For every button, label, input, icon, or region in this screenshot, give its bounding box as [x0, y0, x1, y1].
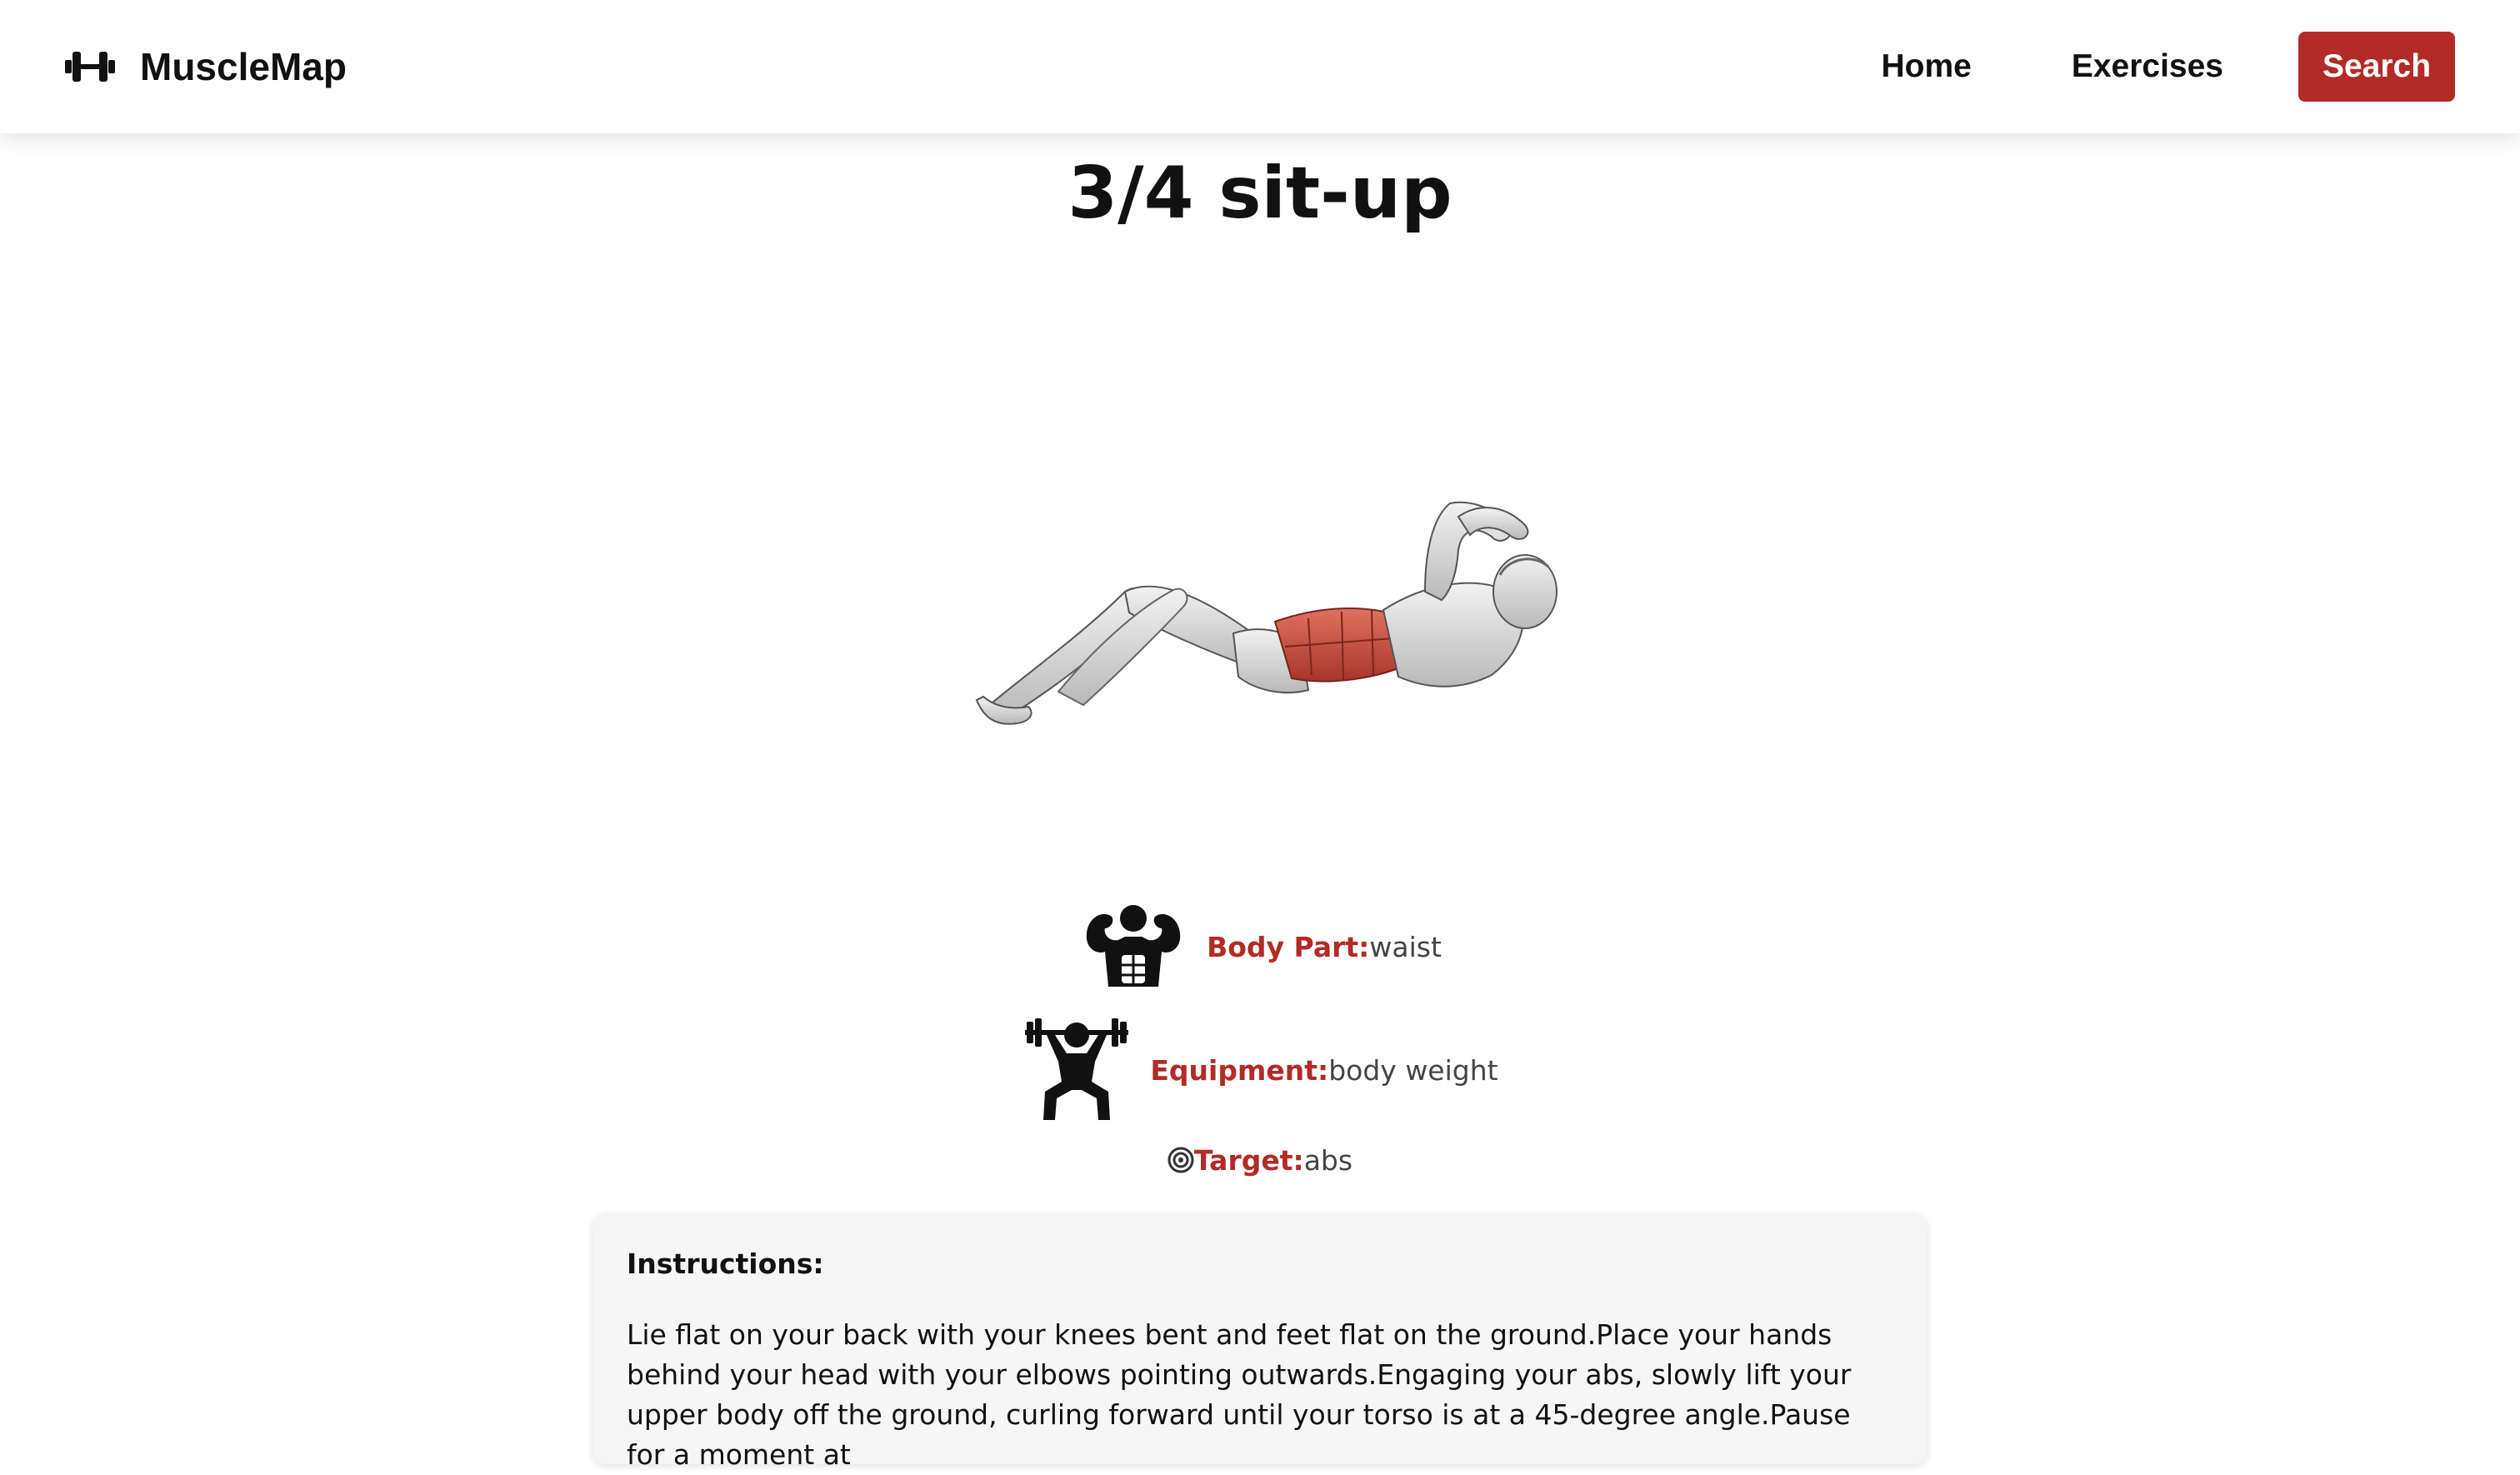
instructions-text: Lie flat on your back with your knees be…: [627, 1318, 1852, 1471]
instructions-title: Instructions:: [627, 1248, 824, 1280]
equipment-value: body weight: [1328, 1053, 1498, 1087]
body-part-label: Body Part:: [1207, 930, 1370, 963]
body-part-row: Body Part: waist: [0, 900, 2520, 993]
nav-exercises-link[interactable]: Exercises: [2072, 48, 2223, 85]
search-button[interactable]: Search: [2298, 32, 2455, 102]
target-label: Target:: [1193, 1143, 1304, 1177]
equipment-label: Equipment:: [1150, 1053, 1329, 1087]
brand-logo[interactable]: MuscleMap: [65, 44, 347, 89]
dumbbell-icon: [65, 52, 115, 82]
brand-name: MuscleMap: [140, 45, 347, 88]
target-icon: [1168, 1147, 1194, 1173]
page-title: 3/4 sit-up: [1068, 152, 1452, 235]
target-row: Target: abs: [0, 1142, 2520, 1178]
equipment-row: Equipment: body weight: [0, 1018, 2520, 1122]
nav-links: Home Exercises Search: [1881, 32, 2455, 102]
muscular-body-icon: [1086, 905, 1181, 987]
instructions-panel: Instructions: Lie flat on your back with…: [593, 1214, 1927, 1471]
sit-up-illustration: [975, 501, 1558, 725]
navbar: MuscleMap Home Exercises Search: [0, 0, 2520, 133]
body-part-value: waist: [1369, 930, 1442, 963]
target-value: abs: [1303, 1143, 1353, 1177]
nav-home-link[interactable]: Home: [1881, 48, 1971, 85]
weightlifter-icon: [1025, 1018, 1129, 1120]
